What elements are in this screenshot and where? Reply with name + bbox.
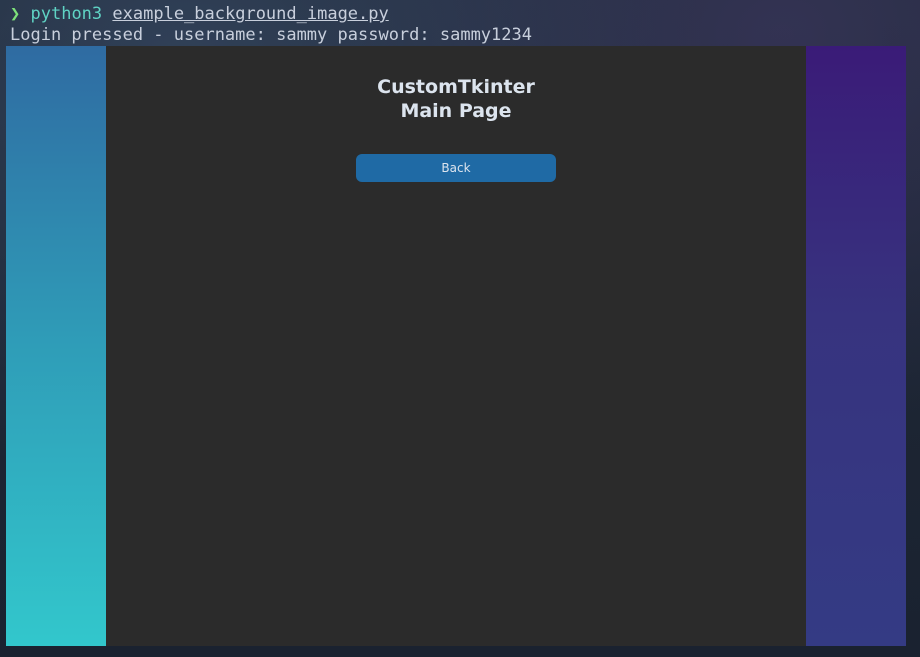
- terminal-output: ❯ python3 example_background_image.py Log…: [10, 4, 532, 46]
- page-title-line2: Main Page: [400, 100, 512, 122]
- main-frame: CustomTkinter Main Page Back: [106, 46, 806, 646]
- background-image-right: [806, 46, 906, 646]
- background-image-left: [6, 46, 106, 646]
- terminal-command: python3: [30, 4, 103, 24]
- back-button[interactable]: Back: [356, 154, 556, 182]
- prompt-arrow-icon: ❯: [10, 4, 21, 24]
- page-title-line1: CustomTkinter: [377, 76, 535, 98]
- terminal-argument: example_background_image.py: [112, 4, 389, 24]
- app-window: CustomTkinter Main Page Back: [6, 46, 906, 646]
- terminal-command-line: ❯ python3 example_background_image.py: [10, 4, 532, 25]
- page-title: CustomTkinter Main Page: [106, 75, 806, 123]
- terminal-output-line: Login pressed - username: sammy password…: [10, 25, 532, 45]
